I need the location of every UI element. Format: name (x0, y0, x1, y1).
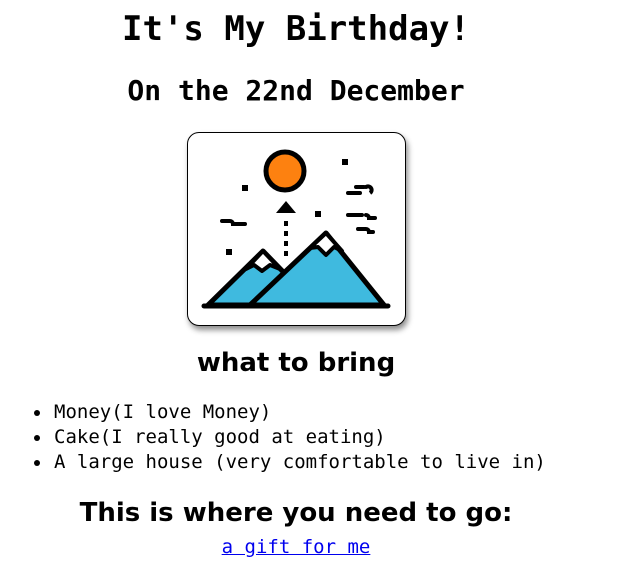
bullet-icon (34, 410, 40, 416)
page: It's My Birthday! On the 22nd December w… (0, 0, 624, 572)
bring-heading: what to bring (196, 348, 396, 378)
page-title: It's My Birthday! (122, 9, 470, 49)
birthday-image-card (187, 132, 406, 326)
event-date: On the 22nd December (127, 74, 465, 107)
sun-icon (263, 149, 307, 193)
list-item-label: A large house (very comfortable to live … (54, 451, 546, 473)
list-item-label: Money(I love Money) (54, 401, 272, 423)
list-item-label: Cake(I really good at eating) (54, 426, 386, 448)
location-heading: This is where you need to go: (79, 498, 513, 528)
mountain-landscape-icon (201, 149, 391, 309)
list-item: Money(I love Money) (34, 400, 546, 425)
bring-list: Money(I love Money) Cake(I really good a… (34, 400, 546, 475)
bullet-icon (34, 460, 40, 466)
bullet-icon (34, 435, 40, 441)
gift-link[interactable]: a gift for me (0, 535, 592, 559)
list-item: Cake(I really good at eating) (34, 425, 546, 450)
list-item: A large house (very comfortable to live … (34, 450, 546, 475)
